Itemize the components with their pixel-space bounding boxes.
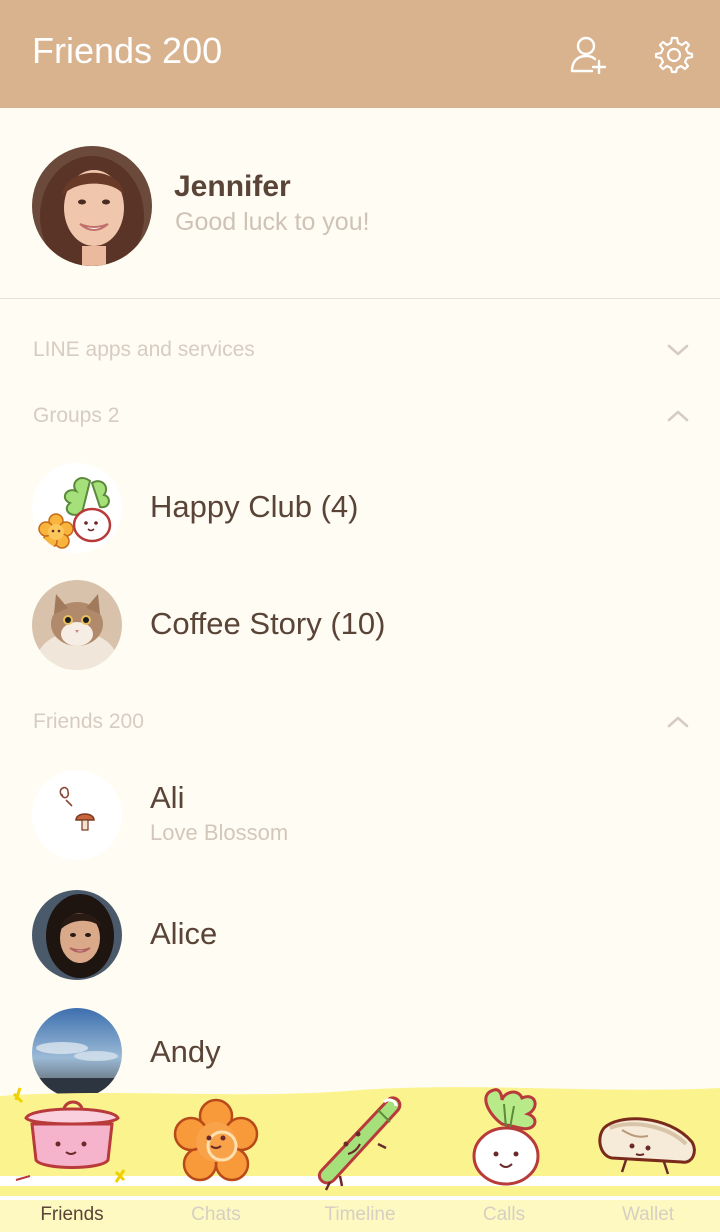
friend-name: Alice (150, 916, 218, 951)
section-label: LINE apps and services (33, 338, 255, 361)
group-avatar (32, 463, 122, 553)
group-row-coffee-story[interactable]: Coffee Story (10) (0, 570, 720, 680)
friend-row-alice[interactable]: Alice (0, 880, 720, 990)
group-avatar (32, 580, 122, 670)
tab-chats[interactable]: Chats (144, 1080, 288, 1232)
chevron-up-icon (667, 410, 689, 422)
profile-status-message: Good luck to you! (175, 208, 370, 236)
profile-avatar (32, 146, 152, 266)
group-name: Happy Club (4) (150, 489, 359, 524)
friend-row-ali[interactable]: Ali Love Blossom (0, 760, 720, 870)
header-bar: Friends 200 (0, 0, 720, 108)
flower-icon (173, 1098, 259, 1182)
section-label: Groups 2 (33, 404, 120, 427)
add-friend-button[interactable] (568, 34, 608, 75)
friend-name: Ali (150, 780, 185, 815)
settings-button[interactable] (654, 34, 694, 74)
bread-icon (598, 1117, 696, 1175)
turnip-icon (472, 1088, 540, 1186)
chevron-up-icon (667, 716, 689, 728)
tab-timeline[interactable]: Timeline (288, 1080, 432, 1232)
tab-wallet[interactable]: Wallet (576, 1080, 720, 1232)
section-groups[interactable]: Groups 2 (0, 396, 720, 436)
section-friends[interactable]: Friends 200 (0, 702, 720, 742)
page-title: Friends 200 (32, 30, 223, 71)
gear-icon (654, 36, 694, 74)
group-row-happy-club[interactable]: Happy Club (4) (0, 453, 720, 563)
section-line-apps[interactable]: LINE apps and services (0, 330, 720, 370)
my-profile[interactable]: Jennifer Good luck to you! (0, 108, 720, 299)
tab-label: Calls (482, 1204, 526, 1225)
group-name: Coffee Story (10) (150, 606, 386, 641)
tab-label: Timeline (324, 1204, 396, 1225)
friend-avatar (32, 770, 122, 860)
tab-label: Friends (40, 1204, 104, 1225)
friend-name: Andy (150, 1034, 221, 1069)
profile-name: Jennifer (174, 170, 291, 203)
bottom-tab-bar: Friends Chats Timeline Calls Wallet (0, 1080, 720, 1232)
friend-avatar (32, 890, 122, 980)
pot-icon (12, 1087, 126, 1183)
tab-label: Wallet (621, 1204, 675, 1225)
leek-icon (317, 1096, 402, 1191)
tab-calls[interactable]: Calls (432, 1080, 576, 1232)
tab-label: Chats (191, 1204, 241, 1225)
chevron-down-icon (667, 344, 689, 356)
add-friend-icon (570, 36, 607, 75)
section-label: Friends 200 (33, 710, 144, 733)
tab-friends[interactable]: Friends (0, 1080, 144, 1232)
friend-status-message: Love Blossom (150, 820, 289, 845)
